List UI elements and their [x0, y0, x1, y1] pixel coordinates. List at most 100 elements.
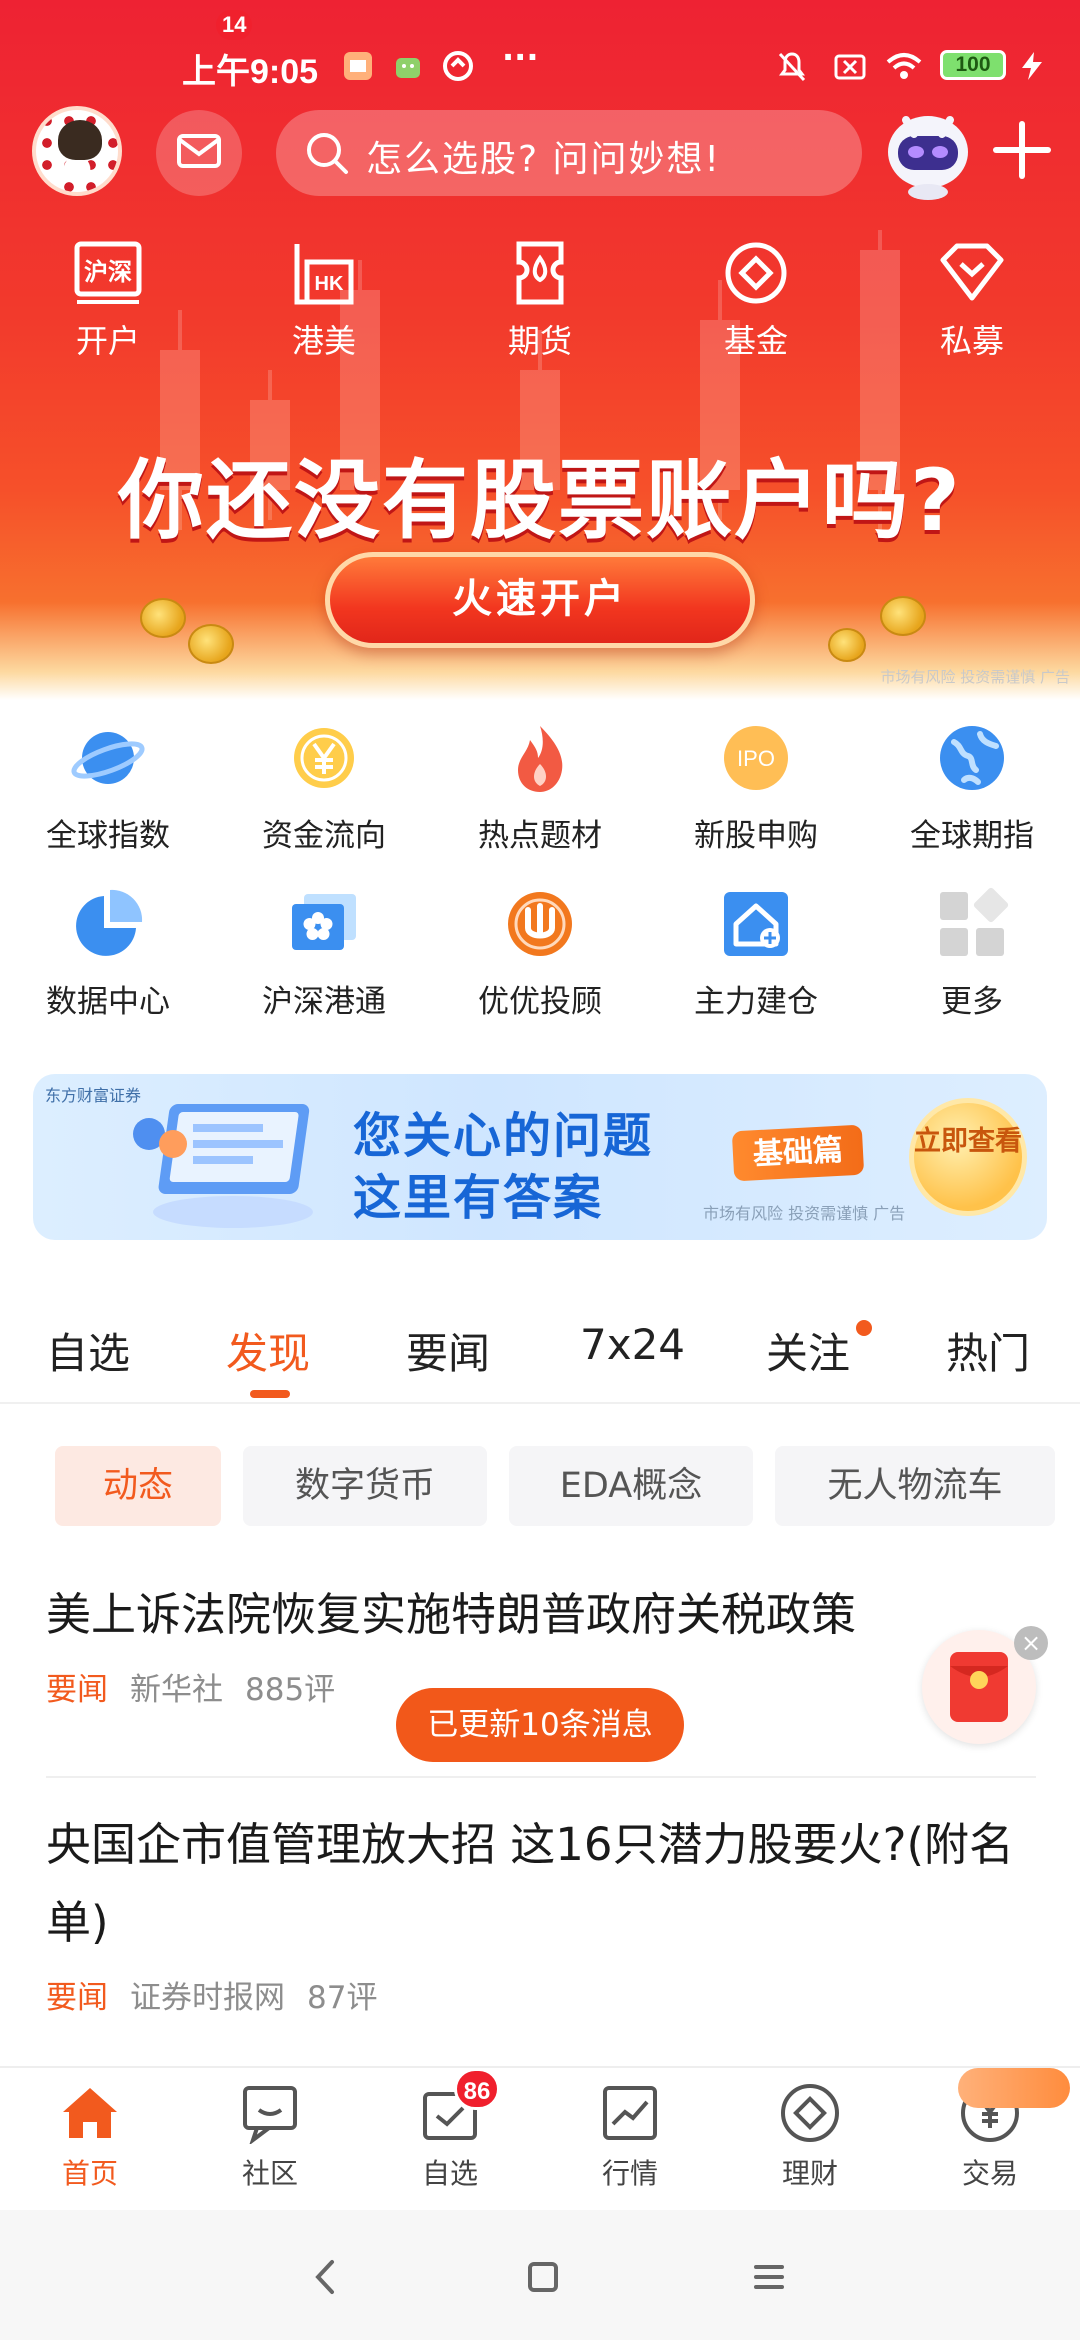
quick-nav-account[interactable]: 沪深 开户 [28, 240, 188, 370]
grid-item-stock-connect[interactable]: 沪深港通 [216, 886, 432, 1026]
faq-ad-banner[interactable]: 东方财富证券 您关心的问题 这里有答案 基础篇 立即查看 市场有风险 投资需谨慎… [33, 1074, 1047, 1240]
trade-promo-bubble[interactable] [958, 2068, 1070, 2108]
grid-item-hot-topics[interactable]: 热点题材 [432, 720, 648, 860]
grid-item-global-futures[interactable]: 全球期指 [864, 720, 1080, 860]
add-plus-icon[interactable] [990, 118, 1054, 182]
hushen-icon-text: 沪深 [84, 258, 132, 286]
status-time: 上午9:05 [182, 53, 319, 91]
mail-button[interactable] [156, 110, 242, 196]
recents-icon[interactable] [744, 2252, 794, 2302]
updates-pill[interactable]: 已更新10条消息 [396, 1688, 684, 1762]
tab-7x24[interactable]: 7x24 [580, 1320, 685, 1369]
status-bar: 上午9:05 ··· 100 [0, 30, 1080, 100]
red-packet-close-button[interactable]: × [1014, 1626, 1048, 1660]
ai-assistant-robot-icon[interactable] [880, 100, 976, 200]
tab-watchlist[interactable]: 自选 [46, 1320, 130, 1381]
feature-grid: 全球指数 资金流向 热点题材 IPO 新股申购 全球期指 数据中心 沪深港通 优… [0, 720, 1080, 1040]
active-tab-indicator [250, 1390, 290, 1398]
coin-decoration [880, 596, 926, 636]
market-icon [603, 2086, 657, 2140]
flame-icon [518, 726, 563, 792]
chip-unmanned-logistics[interactable]: 无人物流车 [775, 1446, 1055, 1526]
quick-nav-private-fund[interactable]: 私募 [892, 240, 1052, 370]
news-source: 新华社 [130, 1672, 223, 1708]
open-account-button[interactable]: 火速开户 [325, 552, 755, 648]
chip-dynamic[interactable]: 动态 [55, 1446, 221, 1526]
search-icon [307, 133, 348, 174]
back-icon[interactable] [300, 2252, 350, 2302]
content-tabs: 自选 发现 要闻 7x24 关注 热门 [0, 1300, 1080, 1404]
nav-label: 理财 [781, 2157, 838, 2190]
grid-item-more[interactable]: 更多 [864, 886, 1080, 1026]
no-sim-icon [834, 54, 866, 80]
tab-following[interactable]: 关注 [766, 1320, 850, 1381]
hk-icon-text: HK [315, 273, 344, 295]
community-icon [243, 2086, 297, 2144]
battery-indicator: 100 [940, 50, 1006, 80]
grid-item-label: 全球指数 [46, 818, 170, 854]
quick-nav-label: 私募 [939, 322, 1004, 360]
news-divider [46, 1776, 1036, 1778]
chip-eda-concept[interactable]: EDA概念 [509, 1446, 753, 1526]
quick-nav: 沪深 开户 HK 港美 期货 基金 私募 [0, 240, 1080, 370]
nav-community[interactable]: 社区 [180, 2082, 360, 2192]
ad-title-line1: 您关心的问题 [353, 1108, 654, 1164]
grid-item-data-center[interactable]: 数据中心 [0, 886, 216, 1026]
android-app-icon [396, 58, 420, 78]
avatar[interactable] [32, 106, 122, 196]
quick-nav-futures[interactable]: 期货 [460, 240, 620, 370]
wealth-icon [781, 2084, 839, 2142]
chip-digital-currency[interactable]: 数字货币 [243, 1446, 487, 1526]
futures-icon [516, 241, 564, 305]
laptop-illustration [133, 1104, 313, 1228]
news-item[interactable]: 央国企市值管理放大招 这16只潜力股要火?(附名单) 要闻 证券时报网 87评 [46, 1806, 1036, 2022]
red-envelope-icon [950, 1652, 1008, 1722]
hero-header: 上午9:05 ··· 100 怎么选股? 问问妙想! 14 沪深 开户 HK 港… [0, 0, 1080, 700]
hk-us-stock-icon: HK [294, 244, 354, 305]
search-bar[interactable]: 怎么选股? 问问妙想! [276, 110, 862, 196]
grid-item-ipo[interactable]: IPO 新股申购 [648, 720, 864, 860]
grid-item-label: 资金流向 [262, 818, 386, 854]
ad-view-now-button[interactable]: 立即查看 [909, 1098, 1027, 1216]
quick-nav-hk-us[interactable]: HK 港美 [244, 240, 404, 370]
tab-hot[interactable]: 热门 [946, 1320, 1030, 1381]
nav-label: 行情 [601, 2157, 658, 2190]
grid-item-global-index[interactable]: 全球指数 [0, 720, 216, 860]
more-status-dots: ··· [502, 38, 539, 76]
news-tag: 要闻 [46, 1672, 108, 1708]
coin-decoration [828, 628, 866, 662]
tab-discover[interactable]: 发现 [226, 1320, 310, 1381]
nav-market[interactable]: 行情 [540, 2082, 720, 2192]
quick-nav-label: 港美 [291, 322, 356, 360]
quick-nav-label: 基金 [723, 322, 788, 360]
nav-label: 社区 [241, 2157, 298, 2190]
nav-label: 自选 [421, 2157, 478, 2190]
wifi-icon [886, 53, 922, 79]
charging-bolt-icon [1022, 52, 1042, 80]
home-button-icon[interactable] [518, 2252, 568, 2302]
coin-decoration [188, 624, 234, 664]
bell-muted-icon [778, 52, 806, 82]
grid-item-uu-advisor[interactable]: 优优投顾 [432, 886, 648, 1026]
nav-wealth[interactable]: 理财 [720, 2082, 900, 2192]
grid-item-label: 主力建仓 [694, 984, 818, 1020]
grid-item-fund-flow[interactable]: 资金流向 [216, 720, 432, 860]
nav-label: 首页 [61, 2157, 118, 2190]
mail-badge: 14 [216, 10, 253, 40]
more-grid-icon [940, 887, 1009, 956]
system-nav-bar [0, 2210, 1080, 2340]
planet-icon [71, 732, 145, 784]
top-bar: 怎么选股? 问问妙想! [0, 100, 1080, 210]
home-icon [63, 2088, 117, 2138]
nav-watchlist[interactable]: 自选 [360, 2082, 540, 2192]
nav-home[interactable]: 首页 [0, 2082, 180, 2192]
news-title: 央国企市值管理放大招 这16只潜力股要火?(附名单) [46, 1818, 1015, 1949]
avatar-dog-image [58, 120, 102, 160]
ad-risk-note: 市场有风险 投资需谨慎 广告 [703, 1204, 906, 1223]
grid-item-main-position[interactable]: 主力建仓 [648, 886, 864, 1026]
quick-nav-fund[interactable]: 基金 [676, 240, 836, 370]
news-comments: 87评 [307, 1980, 378, 2016]
notification-app-icon [344, 52, 372, 80]
tab-news[interactable]: 要闻 [406, 1320, 490, 1381]
coin-decoration [140, 598, 186, 638]
